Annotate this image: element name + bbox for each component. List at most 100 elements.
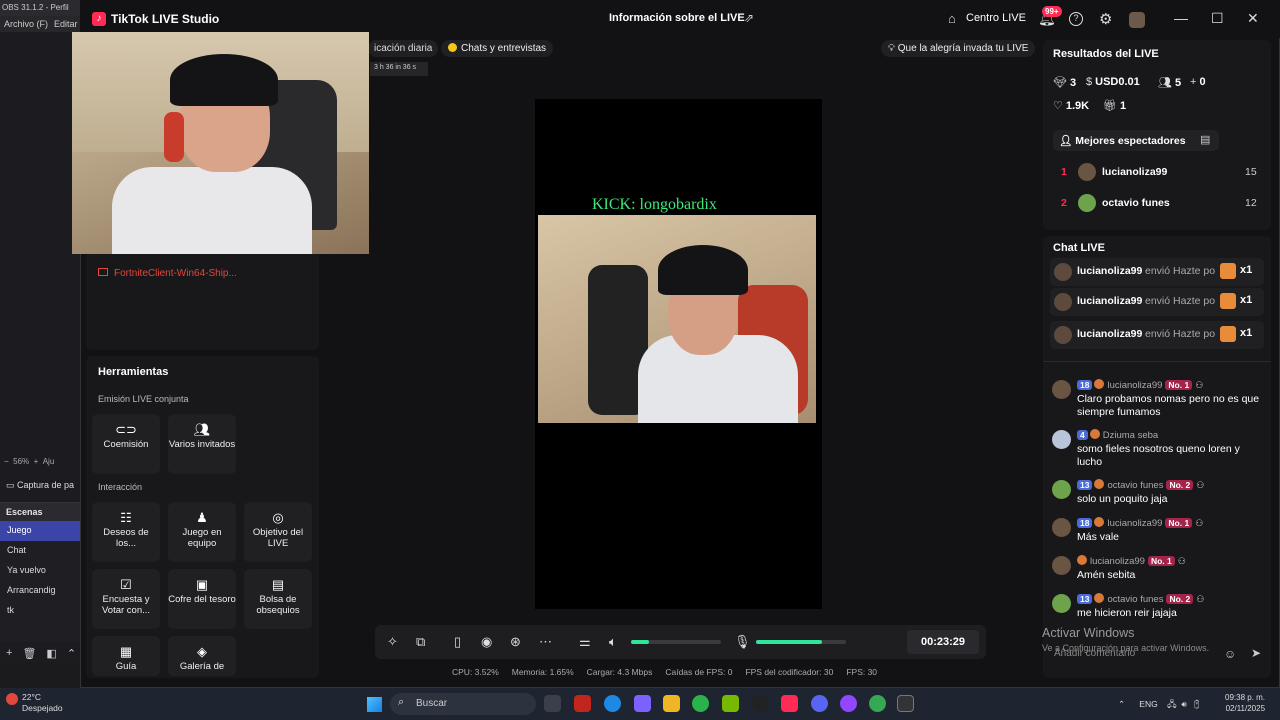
tool-varios-invitados[interactable]: 👥︎ Varios invitados: [168, 414, 236, 474]
gift-user[interactable]: lucianoliza99: [1077, 265, 1142, 277]
scene-item-juego[interactable]: Juego: [0, 521, 80, 541]
phone-icon[interactable]: ▯: [454, 634, 461, 650]
menu-editar[interactable]: Editar: [54, 19, 78, 29]
gallery-icon: ◈: [197, 644, 207, 659]
top-viewers-button[interactable]: 👤︎ Mejores espectadores: [1053, 130, 1219, 151]
discord-icon[interactable]: [811, 695, 828, 712]
send-icon[interactable]: ➤: [1251, 646, 1261, 660]
weather-text: Despejado: [22, 703, 63, 713]
chat-message: lucianoliza99 No. 1 ⚇ Amén sebita: [1052, 555, 1264, 585]
speaker-icon[interactable]: 🔈︎: [609, 634, 617, 650]
add-scene-icon[interactable]: +: [6, 647, 12, 661]
gear-icon[interactable]: ⚙: [1099, 10, 1112, 28]
tool-cofre[interactable]: ▣ Cofre del tesoro: [168, 569, 236, 629]
delete-scene-icon[interactable]: 🗑: [22, 647, 36, 661]
volume-slider[interactable]: [631, 640, 721, 644]
weather-icon: [6, 693, 18, 705]
avatar: [1054, 326, 1072, 344]
message-user[interactable]: lucianoliza99: [1107, 518, 1162, 529]
folder-icon[interactable]: [663, 695, 680, 712]
gift-text: envió Hazte po: [1145, 295, 1216, 307]
message-user[interactable]: lucianoliza99: [1107, 380, 1162, 391]
home-icon[interactable]: ⌂: [948, 11, 956, 26]
sliders-icon[interactable]: ⚌: [579, 634, 591, 650]
tool-bolsa[interactable]: ▤ Bolsa de obsequios: [244, 569, 312, 629]
record-icon[interactable]: ◉: [481, 634, 492, 650]
tool-guia[interactable]: ▦ Guía: [92, 636, 160, 676]
chrome-icon[interactable]: [692, 695, 709, 712]
gift-user[interactable]: lucianoliza99: [1077, 328, 1142, 340]
gift-user[interactable]: lucianoliza99: [1077, 295, 1142, 307]
likes-value: 1.9K: [1065, 100, 1090, 112]
live-info-title[interactable]: Información sobre el LIVE: [609, 12, 745, 24]
chest-icon: ▣: [195, 577, 209, 592]
tool-deseos[interactable]: ☷ Deseos de los...: [92, 502, 160, 562]
message-user[interactable]: octavio funes: [1107, 594, 1163, 605]
avatar[interactable]: [1129, 12, 1145, 28]
tool-encuesta[interactable]: ☑ Encuesta y Votar con...: [92, 569, 160, 629]
goal-pill[interactable]: 💡︎ Que la alegría invada tu LIVE: [881, 40, 1036, 57]
clock[interactable]: 09:38 p. m. 02/11/2025: [1225, 692, 1265, 714]
daily-task-pill[interactable]: icación diaria: [368, 40, 439, 57]
sources-panel: [86, 250, 319, 350]
list-icon[interactable]: ▤: [1200, 133, 1210, 146]
obs-zoom-control[interactable]: − 56% + Aju: [0, 455, 80, 469]
weather-widget[interactable]: 22°C Despejado: [22, 692, 63, 714]
mic-slider[interactable]: [756, 640, 846, 644]
emoji-icon[interactable]: ☺: [1224, 647, 1236, 661]
help-icon[interactable]: ?: [1069, 12, 1083, 26]
menu-archivo[interactable]: Archivo (F): [4, 19, 48, 29]
settings-icon[interactable]: ⊛: [510, 634, 521, 650]
close-icon[interactable]: ✕: [1247, 10, 1259, 27]
centro-live-button[interactable]: Centro LIVE: [966, 12, 1026, 24]
chats-pill[interactable]: Chats y entrevistas: [441, 40, 554, 57]
level-badge: 18: [1077, 518, 1093, 528]
tool-coemision[interactable]: ⊂⊃ Coemisión: [92, 414, 160, 474]
taskbar-search[interactable]: Buscar: [390, 693, 536, 715]
share-icon[interactable]: ⇗: [744, 11, 754, 25]
message-user[interactable]: octavio funes: [1107, 480, 1163, 491]
more-icon[interactable]: ⋯: [539, 634, 552, 650]
camera-headphones: [164, 112, 184, 162]
start-icon[interactable]: [367, 697, 382, 712]
fan-badge-icon: [1094, 593, 1105, 603]
obs-source-item[interactable]: ▭ Captura de pa: [0, 476, 80, 496]
tool-objetivo[interactable]: ◎ Objetivo del LIVE: [244, 502, 312, 562]
comment-input[interactable]: Añadir comentario: [1046, 642, 1246, 666]
system-tray[interactable]: ⌃ ENG 🖧︎ 🔊︎ 🔋︎: [1118, 699, 1202, 713]
layout-icon[interactable]: ⧉: [416, 634, 425, 650]
epic-games-icon[interactable]: [897, 695, 914, 712]
viewer-name[interactable]: octavio funes: [1102, 197, 1170, 209]
task-view-icon[interactable]: [544, 695, 561, 712]
chevron-up-icon[interactable]: ⌃: [67, 647, 76, 661]
message-text: solo un poquito jaja: [1077, 493, 1168, 505]
game-source-item[interactable]: FortniteClient-Win64-Ship...: [98, 268, 237, 279]
camera-overlay: [72, 32, 369, 254]
app-icon-red[interactable]: [574, 695, 591, 712]
tool-juego-equipo[interactable]: ♟ Juego en equipo: [168, 502, 236, 562]
filter-icon[interactable]: ◧: [46, 647, 56, 661]
viewers-icon: 👥︎: [1158, 77, 1172, 89]
message-user[interactable]: lucianoliza99: [1090, 556, 1145, 567]
obs-icon[interactable]: [752, 695, 769, 712]
minimize-icon[interactable]: —: [1174, 10, 1188, 26]
scene-item-ya-vuelvo[interactable]: Ya vuelvo: [0, 561, 80, 581]
chat-divider: [1043, 361, 1271, 362]
mic-icon[interactable]: 🎙︎: [734, 634, 751, 650]
nvidia-icon[interactable]: [722, 695, 739, 712]
rank-badge: No. 1: [1147, 556, 1175, 566]
edge-icon[interactable]: [604, 695, 621, 712]
chrome-alt-icon[interactable]: [869, 695, 886, 712]
scene-item-chat[interactable]: Chat: [0, 541, 80, 561]
top-viewers-label: Mejores espectadores: [1075, 135, 1186, 147]
magic-icon[interactable]: ✧: [387, 634, 398, 650]
tool-galeria[interactable]: ◈ Galería de: [168, 636, 236, 676]
podcast-icon[interactable]: [840, 695, 857, 712]
message-user[interactable]: Dziuma seba: [1103, 430, 1158, 441]
copilot-icon[interactable]: [634, 695, 651, 712]
viewer-name[interactable]: lucianoliza99: [1102, 166, 1167, 178]
scene-item-tk[interactable]: tk: [0, 601, 80, 621]
scene-item-arrancandig[interactable]: Arrancandig: [0, 581, 80, 601]
tiktok-icon[interactable]: [781, 695, 798, 712]
maximize-icon[interactable]: ☐: [1211, 10, 1224, 27]
